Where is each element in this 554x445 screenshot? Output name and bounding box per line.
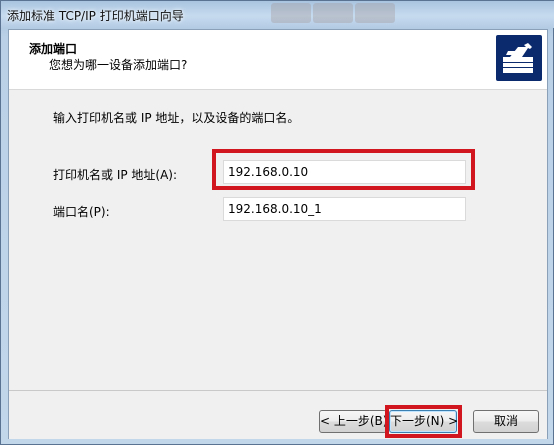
header-subtitle: 您想为哪一设备添加端口?	[49, 58, 188, 72]
printer-network-icon	[496, 35, 542, 81]
background-blur-element	[355, 3, 395, 23]
wizard-header: 添加端口 您想为哪一设备添加端口?	[9, 30, 547, 90]
background-blur-element	[271, 3, 311, 23]
window-title: 添加标准 TCP/IP 打印机端口向导	[7, 9, 184, 23]
printer-address-label: 打印机名或 IP 地址(A):	[53, 168, 178, 182]
title-bar[interactable]: 添加标准 TCP/IP 打印机端口向导	[1, 1, 554, 28]
instruction-text: 输入打印机名或 IP 地址，以及设备的端口名。	[53, 111, 300, 125]
wizard-client: 添加端口 您想为哪一设备添加端口? 输入打印机名或 IP 地址，以及设备的端口名…	[8, 29, 548, 439]
wizard-footer: < 上一步(B) 下一步(N) > 取消	[9, 390, 547, 439]
wizard-body: 输入打印机名或 IP 地址，以及设备的端口名。 打印机名或 IP 地址(A): …	[9, 90, 547, 390]
header-title: 添加端口	[29, 42, 78, 56]
highlight-box-next	[385, 405, 462, 438]
port-name-label: 端口名(P):	[53, 205, 110, 219]
port-name-input[interactable]: 192.168.0.10_1	[223, 197, 466, 221]
cancel-button[interactable]: 取消	[473, 410, 539, 433]
highlight-box-address	[212, 149, 475, 190]
wizard-window: 添加标准 TCP/IP 打印机端口向导 添加端口 您想为哪一设备添加端口? 输入…	[0, 0, 554, 445]
background-blur-element	[313, 3, 353, 23]
back-button[interactable]: < 上一步(B)	[319, 410, 387, 433]
